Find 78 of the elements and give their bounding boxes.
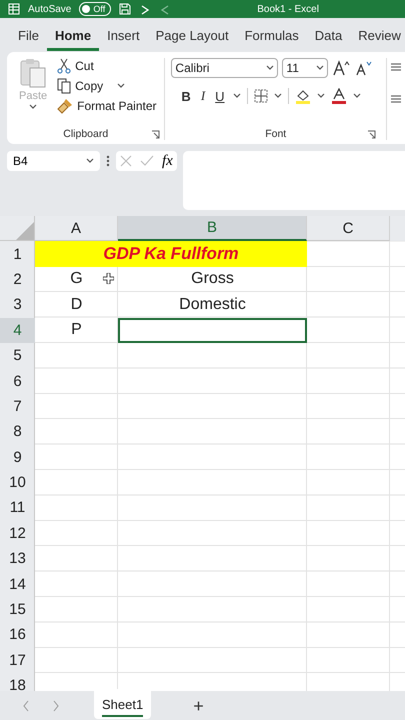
autosave-toggle[interactable]: Off [79, 2, 112, 16]
autosave-label: AutoSave [28, 4, 72, 14]
caret-icon[interactable] [274, 93, 282, 99]
ribbon-tab[interactable]: Page Layout [148, 24, 237, 50]
caret-icon[interactable] [232, 93, 241, 99]
group-label: Font [265, 128, 286, 140]
document-title: Book1 - Excel [257, 4, 319, 14]
font-name-dropdown[interactable]: Calibri [171, 58, 278, 78]
table-cell-text: D [70, 294, 84, 315]
ribbon-tab[interactable]: Insert [99, 24, 148, 50]
font-name: Calibri [175, 61, 210, 75]
insert-function-button[interactable]: fx [162, 152, 173, 170]
copy-icon [57, 78, 72, 94]
row-header[interactable]: 13 [0, 546, 35, 572]
row-header[interactable]: 12 [0, 520, 35, 546]
caret-icon[interactable] [86, 158, 94, 164]
paintbrush-icon [57, 98, 74, 114]
excel-icon[interactable] [8, 3, 20, 15]
group-label: Clipboard [63, 128, 108, 140]
sheet-tab[interactable]: Sheet1 [94, 689, 152, 719]
row-header[interactable]: 15 [0, 596, 35, 622]
row-header[interactable]: 8 [0, 419, 35, 445]
table-cell: GDP Ka Fullform [35, 241, 307, 267]
row-header[interactable]: 4 [0, 318, 35, 343]
fill-color-icon[interactable] [294, 88, 311, 104]
table-cell[interactable] [118, 318, 307, 343]
table-cell-text: Domestic [178, 294, 247, 315]
add-sheet-button[interactable]: + [187, 694, 210, 718]
underline-button[interactable]: U [213, 88, 227, 104]
decrease-font-icon[interactable] [354, 60, 372, 76]
caret-icon[interactable] [316, 93, 325, 99]
formula-input[interactable] [182, 151, 405, 210]
table-cell-text: P [70, 320, 83, 340]
cut-button[interactable]: Cut [57, 58, 156, 74]
font-size: 11 [286, 61, 299, 75]
row-header[interactable]: 3 [0, 292, 35, 318]
table-cell: G [35, 266, 118, 292]
row-header[interactable]: 7 [0, 394, 35, 420]
more-icon[interactable] [106, 155, 110, 167]
row-header[interactable]: 6 [0, 368, 35, 394]
clipboard-icon [19, 58, 48, 88]
italic-button[interactable]: I [198, 88, 208, 104]
font-color-icon[interactable] [330, 88, 347, 104]
row-header[interactable]: 18 [0, 673, 35, 691]
row-header[interactable]: 1 [0, 241, 35, 267]
row-header[interactable]: 11 [0, 495, 35, 521]
column-header[interactable]: B [118, 216, 307, 242]
scissors-icon [57, 58, 72, 74]
caret-icon[interactable] [117, 83, 126, 89]
row-header[interactable]: 14 [0, 571, 35, 597]
caret-icon[interactable] [316, 65, 324, 71]
row-header[interactable]: 10 [0, 470, 35, 496]
cell-reference: B4 [13, 154, 28, 168]
name-box[interactable]: B4 [7, 151, 100, 171]
caret-icon[interactable] [266, 65, 274, 71]
ribbon-tab[interactable]: Formulas [236, 24, 307, 50]
row-header[interactable]: 2 [0, 266, 35, 292]
copy-button[interactable]: Copy [57, 78, 104, 94]
increase-font-icon[interactable] [332, 60, 350, 76]
borders-icon[interactable] [254, 89, 268, 103]
format-painter-button[interactable]: Format Painter [57, 98, 156, 114]
column-header[interactable]: A [35, 216, 118, 242]
ribbon-tab[interactable]: File [10, 24, 47, 50]
dialog-launcher-icon[interactable] [367, 130, 376, 139]
column-header[interactable]: C [307, 216, 390, 242]
ribbon-tab[interactable]: Review [350, 24, 405, 50]
move-cursor-icon [103, 272, 114, 284]
row-header[interactable]: 16 [0, 622, 35, 648]
bold-button[interactable]: B [179, 88, 193, 104]
caret-icon[interactable] [352, 93, 361, 99]
row-header[interactable]: 17 [0, 648, 35, 674]
row-header[interactable]: 9 [0, 444, 35, 470]
font-size-dropdown[interactable]: 11 [282, 58, 328, 78]
table-cell-text: Gross [190, 269, 235, 290]
row-header[interactable]: 5 [0, 342, 35, 368]
ribbon-tab[interactable]: Data [306, 24, 350, 50]
save-icon[interactable] [119, 3, 132, 15]
dialog-launcher-icon[interactable] [151, 130, 160, 139]
